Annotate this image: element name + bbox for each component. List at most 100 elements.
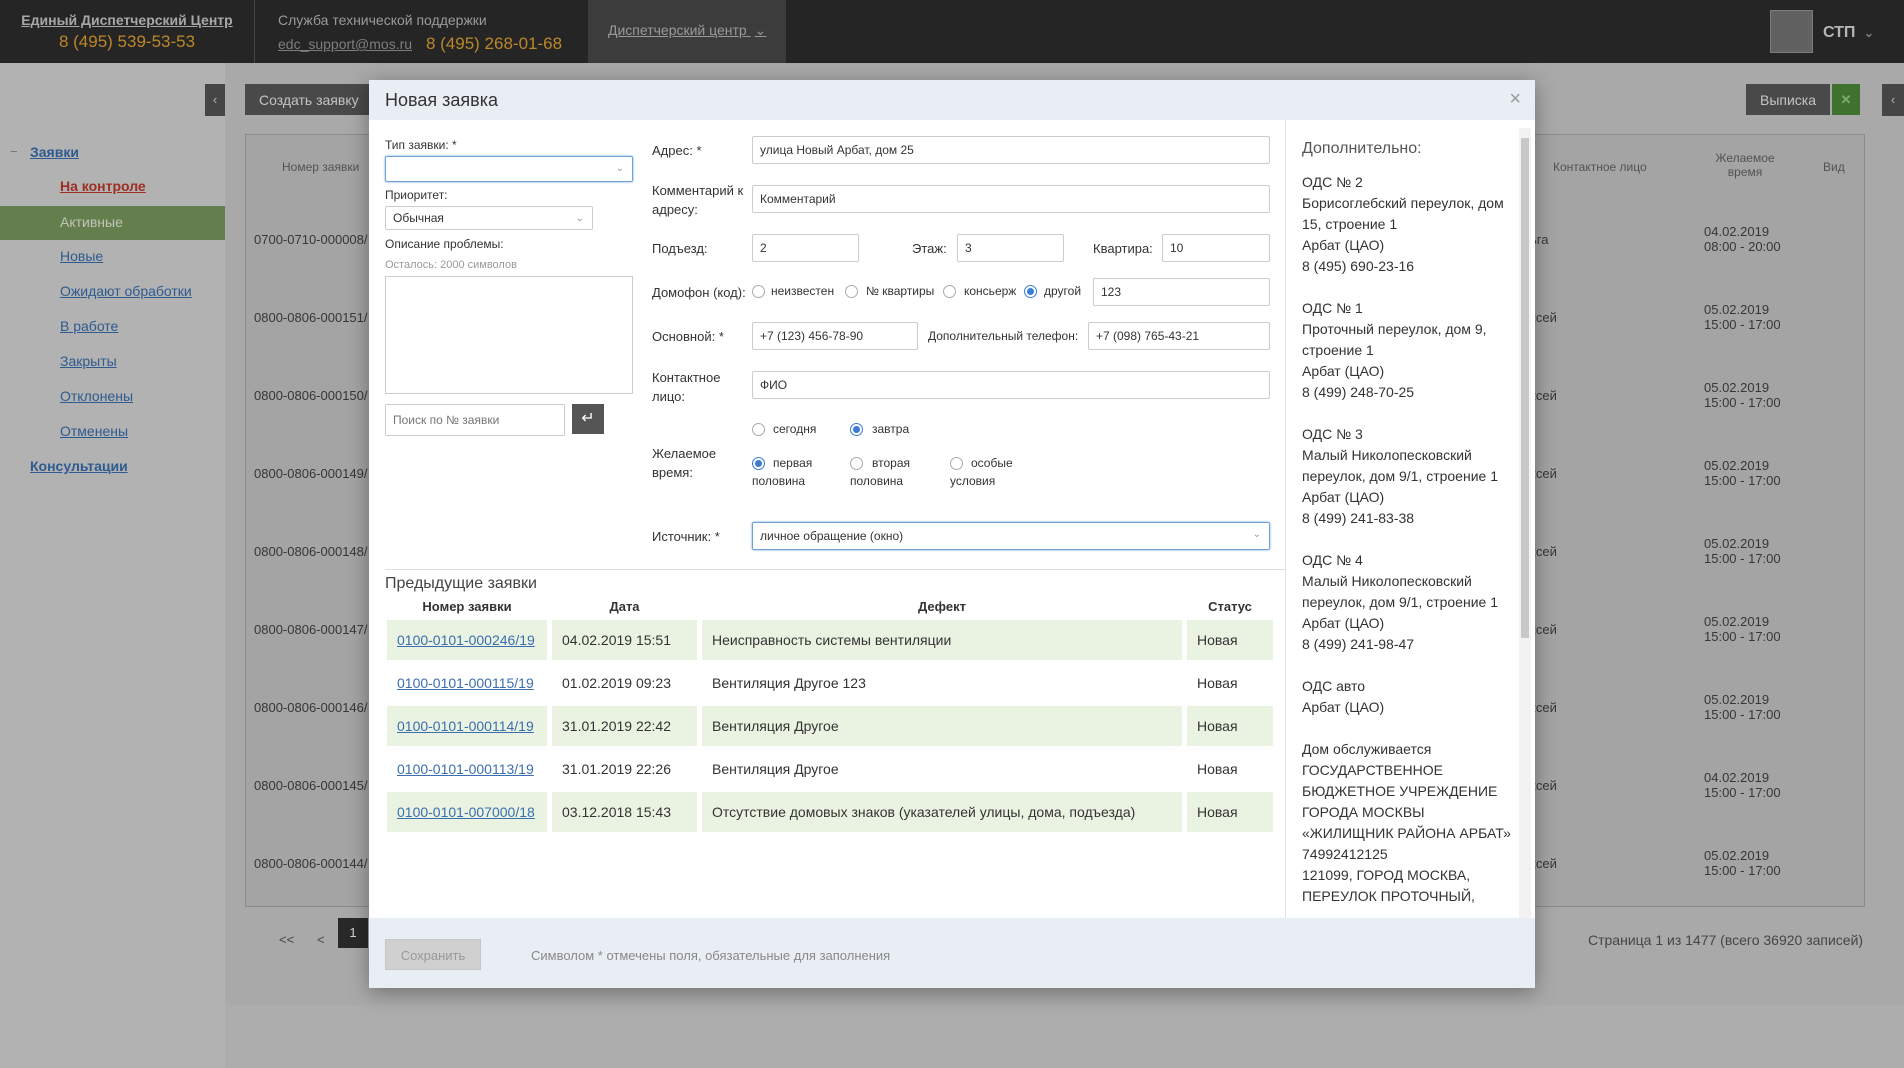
intercom-option-unknown: неизвестен (771, 284, 835, 298)
prev-row-status-cell: Новая (1187, 620, 1273, 660)
floor-label: Этаж: (912, 241, 947, 256)
prev-row-defect-cell: Неисправность системы вентиляции (702, 620, 1182, 660)
intercom-label: Домофон (код): (652, 285, 746, 300)
floor-input[interactable]: 3 (957, 234, 1064, 262)
half-option-second: вторая половина (850, 456, 910, 488)
prev-row-status: Новая (1197, 675, 1238, 691)
priority-select[interactable]: Обычная ⌄ (385, 206, 593, 230)
panel-scrollbar[interactable] (1519, 128, 1531, 918)
contact-label: Контактное лицо: (652, 370, 721, 404)
prev-row-defect-cell: Вентиляция Другое (702, 706, 1182, 746)
remaining-chars: Осталось: 2000 символов (385, 259, 517, 271)
source-label: Источник: * (652, 529, 720, 544)
prev-row-number-cell: 0100-0101-000115/19 (387, 663, 547, 703)
prev-row-number[interactable]: 0100-0101-000115/19 (397, 675, 534, 691)
prev-row-defect-cell: Вентиляция Другое 123 (702, 663, 1182, 703)
scroll-thumb[interactable] (1521, 138, 1529, 638)
intercom-option-other: другой (1044, 284, 1082, 298)
prev-row-date-cell: 04.02.2019 15:51 (552, 620, 697, 660)
intercom-option-concierge: консьерж (964, 284, 1017, 298)
prev-row-status: Новая (1197, 632, 1238, 648)
enter-icon[interactable]: ↵ (572, 404, 604, 434)
prev-row-number[interactable]: 0100-0101-000246/19 (397, 632, 535, 648)
problem-textarea[interactable] (385, 276, 633, 394)
address-label: Адрес: * (652, 143, 702, 158)
prev-row-date: 04.02.2019 15:51 (562, 632, 671, 648)
divider (385, 569, 1285, 570)
addr-comment-input[interactable]: Комментарий (752, 185, 1270, 213)
table-row: 0100-0101-000114/19 31.01.2019 22:42 Венти… (387, 706, 1273, 746)
prev-row-number[interactable]: 0100-0101-000113/19 (397, 761, 534, 777)
close-icon[interactable]: × (1509, 88, 1521, 111)
chevron-down-icon: ⌄ (1252, 529, 1261, 540)
prev-row-defect-cell: Вентиляция Другое (702, 749, 1182, 789)
chevron-down-icon: ⌄ (615, 163, 624, 174)
search-request-input[interactable] (385, 404, 565, 436)
prev-row-status: Новая (1197, 804, 1238, 820)
contact-input[interactable]: ФИО (752, 371, 1270, 399)
half-option-first: первая половина (752, 456, 813, 488)
prev-row-date: 01.02.2019 09:23 (562, 675, 671, 691)
prev-row-date: 31.01.2019 22:42 (562, 718, 671, 734)
ods-block: ОДС № 1 Проточный переулок, дом 9, строе… (1302, 300, 1487, 400)
prev-row-defect-cell: Отсутствие домовых знаков (указателей ул… (702, 792, 1182, 832)
prev-header-number: Номер заявки (422, 599, 512, 614)
source-value: личное обращение (окно) (760, 529, 904, 543)
prev-row-status: Новая (1197, 761, 1238, 777)
table-row: 0100-0101-007000/18 03.12.2018 15:43 Отсут… (387, 792, 1273, 832)
chevron-down-icon: ⌄ (575, 213, 584, 224)
type-label: Тип заявки: * (385, 138, 457, 152)
day-option-today: сегодня (773, 422, 817, 436)
prev-row-status: Новая (1197, 718, 1238, 734)
prev-row-number-cell: 0100-0101-000113/19 (387, 749, 547, 789)
modal-header: Новая заявка × (369, 80, 1535, 120)
prev-row-number-cell: 0100-0101-000114/19 (387, 706, 547, 746)
prev-row-number-cell: 0100-0101-000246/19 (387, 620, 547, 660)
problem-label: Описание проблемы: (385, 237, 504, 251)
ods-block: ОДС авто Арбат (ЦАО) (1302, 678, 1385, 715)
main-phone-label: Основной: * (652, 329, 724, 344)
required-note: Символом * отмечены поля, обязательные д… (531, 948, 891, 963)
radio-tomorrow[interactable] (850, 423, 863, 436)
source-select[interactable]: личное обращение (окно) ⌄ (752, 522, 1270, 550)
apt-input[interactable]: 10 (1162, 234, 1270, 262)
extra-phone-label: Дополнительный телефон: (928, 329, 1079, 343)
additional-title: Дополнительно: (1302, 140, 1422, 157)
prev-header-status: Статус (1208, 599, 1252, 614)
prev-row-number[interactable]: 0100-0101-007000/18 (397, 804, 535, 820)
new-request-modal: Новая заявка × Тип заявки: * ⌄ Приоритет… (369, 80, 1535, 988)
time-label: Желаемое время: (652, 446, 717, 480)
half-option-special: особые условия (950, 456, 1013, 488)
table-row: 0100-0101-000246/19 04.02.2019 15:51 Неисп… (387, 620, 1273, 660)
extra-phone-input[interactable]: +7 (098) 765-43-21 (1088, 322, 1270, 350)
type-select[interactable]: ⌄ (385, 156, 633, 182)
radio-intercom-other[interactable] (1024, 285, 1037, 298)
prev-row-defect: Вентиляция Другое 123 (712, 675, 866, 691)
address-input[interactable]: улица Новый Арбат, дом 25 (752, 136, 1270, 164)
radio-today[interactable] (752, 423, 765, 436)
prev-row-date: 31.01.2019 22:26 (562, 761, 671, 777)
apt-label: Квартира: (1093, 241, 1153, 256)
table-row: 0100-0101-000115/19 01.02.2019 09:23 Венти… (387, 663, 1273, 703)
prev-row-status-cell: Новая (1187, 792, 1273, 832)
ods-block: ОДС № 3 Малый Николопесковский переулок,… (1302, 426, 1498, 526)
main-phone-input[interactable]: +7 (123) 456-78-90 (752, 322, 918, 350)
ods-block: ОДС № 4 Малый Николопесковский переулок,… (1302, 552, 1498, 652)
prev-row-date: 03.12.2018 15:43 (562, 804, 671, 820)
prev-row-defect: Отсутствие домовых знаков (указателей ул… (712, 804, 1136, 820)
save-button[interactable]: Сохранить (385, 939, 481, 970)
prev-row-number[interactable]: 0100-0101-000114/19 (397, 718, 534, 734)
prev-row-defect: Вентиляция Другое (712, 761, 839, 777)
radio-intercom-unknown[interactable] (752, 285, 765, 298)
day-option-tomorrow: завтра (872, 422, 910, 436)
prev-row-date-cell: 03.12.2018 15:43 (552, 792, 697, 832)
entrance-input[interactable]: 2 (752, 234, 859, 262)
radio-intercom-apt[interactable] (845, 285, 858, 298)
prev-row-status-cell: Новая (1187, 749, 1273, 789)
intercom-code-input[interactable]: 123 (1093, 278, 1270, 306)
table-row: 0100-0101-000113/19 31.01.2019 22:26 Венти… (387, 749, 1273, 789)
ods-block: ОДС № 2 Борисоглебский переулок, дом 15,… (1302, 174, 1504, 274)
entrance-label: Подъезд: (652, 241, 708, 256)
radio-intercom-concierge[interactable] (943, 285, 956, 298)
modal-title: Новая заявка (385, 90, 498, 110)
